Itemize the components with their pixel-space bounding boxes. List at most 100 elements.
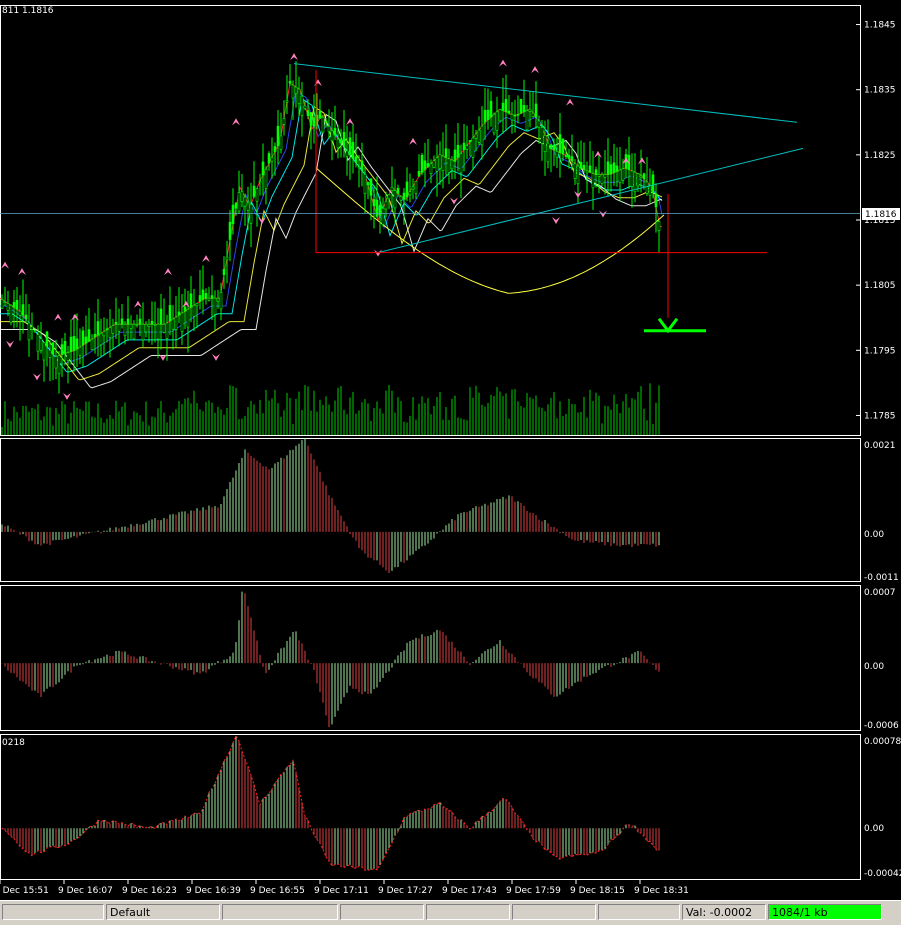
candle-body bbox=[64, 341, 66, 353]
panel-1-tick-top: 0.0021 bbox=[864, 441, 896, 451]
candle-body bbox=[184, 307, 186, 311]
candle-body bbox=[589, 166, 591, 172]
candle-body bbox=[313, 118, 315, 127]
candle-body bbox=[322, 117, 324, 132]
candle-body bbox=[361, 161, 363, 171]
candle-body bbox=[622, 169, 624, 180]
panel-3-tick-bottom: -0.00042 bbox=[864, 869, 901, 879]
status-cell-empty-3 bbox=[340, 904, 424, 920]
panel-1-tick-zero: 0.00 bbox=[864, 530, 884, 540]
candle-body bbox=[73, 336, 75, 350]
panel-1-tick-bottom: -0.0011 bbox=[864, 573, 899, 583]
status-cell-empty-2 bbox=[222, 904, 338, 920]
quote-readout: 811 1.1816 bbox=[2, 6, 54, 16]
candle-body bbox=[142, 324, 144, 340]
candle-body bbox=[556, 151, 558, 157]
candle-body bbox=[82, 331, 84, 345]
oscillator-panel-1-frame bbox=[1, 439, 861, 582]
candle-body bbox=[268, 154, 270, 164]
candle-body bbox=[259, 181, 261, 182]
candle-body bbox=[337, 139, 339, 148]
candle-body bbox=[133, 324, 135, 339]
candle-body bbox=[448, 159, 450, 173]
candle-body bbox=[607, 162, 609, 175]
candle-body bbox=[163, 324, 165, 332]
candle-body bbox=[91, 339, 93, 349]
candle-body bbox=[604, 174, 606, 177]
candle-body bbox=[412, 187, 414, 189]
candle-body bbox=[550, 145, 552, 149]
candle-body bbox=[109, 328, 111, 338]
candle-body bbox=[31, 327, 33, 330]
candle-body bbox=[529, 109, 531, 111]
panel-2-tick-bottom: -0.0006 bbox=[864, 721, 899, 731]
panel-2-tick-zero: 0.00 bbox=[864, 662, 884, 672]
candle-body bbox=[349, 138, 351, 155]
candle-body bbox=[514, 115, 516, 116]
candle-body bbox=[397, 188, 399, 193]
candle-body bbox=[610, 165, 612, 174]
time-tick-label: 9 Dec 17:11 bbox=[314, 886, 369, 896]
candle-body bbox=[373, 199, 375, 206]
candle-body bbox=[49, 350, 51, 357]
candle-body bbox=[43, 342, 45, 360]
candle-body bbox=[37, 335, 39, 351]
candle-body bbox=[208, 298, 210, 300]
candle-body bbox=[334, 128, 336, 135]
candle-body bbox=[562, 139, 564, 154]
candle-body bbox=[238, 193, 240, 211]
price-tick-label: 1.1825 bbox=[864, 151, 896, 161]
candle-body bbox=[226, 257, 228, 260]
candle-body bbox=[55, 356, 57, 368]
candle-body bbox=[61, 345, 63, 355]
candle-body bbox=[370, 179, 372, 196]
candle-body bbox=[565, 156, 567, 157]
candle-body bbox=[358, 167, 360, 168]
price-panel: 811 1.1816 1.18451.18351.18251.18151.180… bbox=[0, 6, 900, 436]
candle-body bbox=[118, 324, 120, 331]
candle-body bbox=[652, 175, 654, 192]
candle-body bbox=[643, 174, 645, 179]
candle-body bbox=[175, 317, 177, 329]
candle-body bbox=[445, 149, 447, 158]
candle-body bbox=[424, 161, 426, 170]
candle-body bbox=[499, 109, 501, 121]
candle-body bbox=[490, 101, 492, 117]
candle-body bbox=[475, 134, 477, 138]
candle-body bbox=[94, 334, 96, 337]
candle-body bbox=[166, 323, 168, 339]
candle-body bbox=[469, 140, 471, 141]
candle-body bbox=[160, 309, 162, 324]
candle-body bbox=[85, 337, 87, 343]
candle-body bbox=[454, 150, 456, 161]
candle-body bbox=[406, 182, 408, 197]
candle-body bbox=[463, 143, 465, 149]
candle-body bbox=[274, 146, 276, 151]
time-tick-label: 9 Dec 16:55 bbox=[250, 886, 305, 896]
time-tick-label: 9 Dec 17:59 bbox=[506, 886, 561, 896]
candle-body bbox=[460, 154, 462, 173]
price-tick-label: 1.1795 bbox=[864, 346, 896, 356]
candle-body bbox=[634, 172, 636, 192]
profile-name[interactable]: Default bbox=[106, 904, 220, 920]
candle-body bbox=[148, 324, 150, 326]
candle-body bbox=[289, 81, 291, 83]
candle-body bbox=[22, 305, 24, 316]
candle-body bbox=[223, 269, 225, 274]
candle-body bbox=[427, 163, 429, 166]
time-tick-label: 9 Dec 16:07 bbox=[58, 886, 113, 896]
candle-body bbox=[592, 174, 594, 188]
candle-body bbox=[517, 114, 519, 115]
candle-body bbox=[277, 126, 279, 145]
time-tick-label: 9 Dec 16:39 bbox=[186, 886, 241, 896]
oscillator-panel-2: 0.0007 0.00 -0.0006 bbox=[1, 586, 900, 732]
candle-body bbox=[553, 145, 555, 150]
candle-body bbox=[178, 312, 180, 315]
candle-body bbox=[58, 356, 60, 374]
status-cell-empty-6 bbox=[598, 904, 680, 920]
candle-body bbox=[511, 114, 513, 120]
candle-body bbox=[508, 111, 510, 113]
candle-body bbox=[70, 337, 72, 351]
candle-body bbox=[493, 114, 495, 132]
candle-body bbox=[10, 305, 12, 322]
